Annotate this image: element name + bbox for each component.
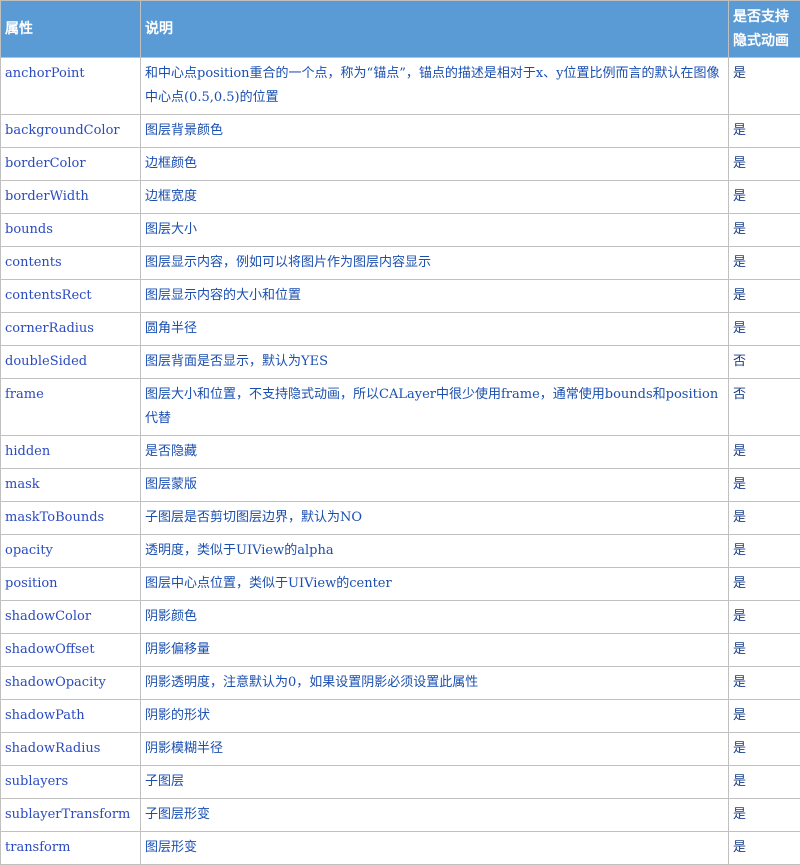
property-name: backgroundColor	[1, 115, 141, 148]
property-description: 阴影颜色	[141, 601, 729, 634]
implicit-animation-support: 是	[729, 502, 800, 535]
table-row: mask图层蒙版是	[1, 469, 800, 502]
table-row: borderWidth边框宽度是	[1, 181, 800, 214]
header-property: 属性	[1, 1, 141, 58]
table-row: shadowRadius阴影模糊半径是	[1, 733, 800, 766]
property-name: anchorPoint	[1, 58, 141, 115]
table-row: shadowPath阴影的形状是	[1, 700, 800, 733]
property-description: 边框颜色	[141, 148, 729, 181]
property-description: 边框宽度	[141, 181, 729, 214]
table-row: bounds图层大小是	[1, 214, 800, 247]
table-row: shadowColor阴影颜色是	[1, 601, 800, 634]
property-name: cornerRadius	[1, 313, 141, 346]
property-description: 子图层是否剪切图层边界，默认为NO	[141, 502, 729, 535]
property-description: 图层蒙版	[141, 469, 729, 502]
implicit-animation-support: 是	[729, 700, 800, 733]
property-name: position	[1, 568, 141, 601]
property-description: 阴影偏移量	[141, 634, 729, 667]
header-implicit-animation: 是否支持隐式动画	[729, 1, 800, 58]
table-row: frame图层大小和位置，不支持隐式动画，所以CALayer中很少使用frame…	[1, 379, 800, 436]
header-description: 说明	[141, 1, 729, 58]
implicit-animation-support: 否	[729, 379, 800, 436]
implicit-animation-support: 是	[729, 181, 800, 214]
table-row: sublayerTransform子图层形变是	[1, 799, 800, 832]
property-name: maskToBounds	[1, 502, 141, 535]
implicit-animation-support: 是	[729, 313, 800, 346]
table-row: cornerRadius圆角半径是	[1, 313, 800, 346]
table-row: shadowOffset阴影偏移量是	[1, 634, 800, 667]
property-name: doubleSided	[1, 346, 141, 379]
property-name: contentsRect	[1, 280, 141, 313]
property-description: 图层显示内容的大小和位置	[141, 280, 729, 313]
implicit-animation-support: 是	[729, 148, 800, 181]
property-description: 图层背面是否显示，默认为YES	[141, 346, 729, 379]
table-row: borderColor边框颜色是	[1, 148, 800, 181]
implicit-animation-support: 否	[729, 346, 800, 379]
property-name: contents	[1, 247, 141, 280]
implicit-animation-support: 是	[729, 436, 800, 469]
property-name: hidden	[1, 436, 141, 469]
property-name: borderWidth	[1, 181, 141, 214]
property-description: 是否隐藏	[141, 436, 729, 469]
property-description: 图层显示内容，例如可以将图片作为图层内容显示	[141, 247, 729, 280]
property-description: 透明度，类似于UIView的alpha	[141, 535, 729, 568]
property-description: 阴影透明度，注意默认为0，如果设置阴影必须设置此属性	[141, 667, 729, 700]
table-row: anchorPoint和中心点position重合的一个点，称为“锚点”，锚点的…	[1, 58, 800, 115]
implicit-animation-support: 是	[729, 634, 800, 667]
implicit-animation-support: 是	[729, 280, 800, 313]
table-row: doubleSided图层背面是否显示，默认为YES否	[1, 346, 800, 379]
implicit-animation-support: 是	[729, 469, 800, 502]
property-description: 图层形变	[141, 832, 729, 865]
property-description: 图层背景颜色	[141, 115, 729, 148]
implicit-animation-support: 是	[729, 799, 800, 832]
header-row: 属性 说明 是否支持隐式动画	[1, 1, 800, 58]
property-description: 子图层形变	[141, 799, 729, 832]
table-row: hidden是否隐藏是	[1, 436, 800, 469]
property-name: frame	[1, 379, 141, 436]
implicit-animation-support: 是	[729, 832, 800, 865]
table-row: position图层中心点位置，类似于UIView的center是	[1, 568, 800, 601]
property-name: transform	[1, 832, 141, 865]
property-description: 图层大小	[141, 214, 729, 247]
implicit-animation-support: 是	[729, 766, 800, 799]
property-description: 图层中心点位置，类似于UIView的center	[141, 568, 729, 601]
implicit-animation-support: 是	[729, 733, 800, 766]
property-name: shadowRadius	[1, 733, 141, 766]
table-row: opacity透明度，类似于UIView的alpha是	[1, 535, 800, 568]
implicit-animation-support: 是	[729, 601, 800, 634]
property-name: borderColor	[1, 148, 141, 181]
implicit-animation-support: 是	[729, 667, 800, 700]
table-row: shadowOpacity阴影透明度，注意默认为0，如果设置阴影必须设置此属性是	[1, 667, 800, 700]
implicit-animation-support: 是	[729, 115, 800, 148]
property-description: 子图层	[141, 766, 729, 799]
property-description: 图层大小和位置，不支持隐式动画，所以CALayer中很少使用frame，通常使用…	[141, 379, 729, 436]
property-name: opacity	[1, 535, 141, 568]
property-name: shadowColor	[1, 601, 141, 634]
property-name: mask	[1, 469, 141, 502]
property-name: bounds	[1, 214, 141, 247]
property-name: shadowOffset	[1, 634, 141, 667]
table-row: transform图层形变是	[1, 832, 800, 865]
property-name: sublayerTransform	[1, 799, 141, 832]
property-name: shadowOpacity	[1, 667, 141, 700]
implicit-animation-support: 是	[729, 58, 800, 115]
table-row: maskToBounds子图层是否剪切图层边界，默认为NO是	[1, 502, 800, 535]
implicit-animation-support: 是	[729, 214, 800, 247]
property-description: 圆角半径	[141, 313, 729, 346]
table-row: contents图层显示内容，例如可以将图片作为图层内容显示是	[1, 247, 800, 280]
property-name: shadowPath	[1, 700, 141, 733]
implicit-animation-support: 是	[729, 568, 800, 601]
table-row: contentsRect图层显示内容的大小和位置是	[1, 280, 800, 313]
implicit-animation-support: 是	[729, 247, 800, 280]
layer-properties-table: 属性 说明 是否支持隐式动画 anchorPoint和中心点position重合…	[0, 0, 800, 865]
property-description: 阴影模糊半径	[141, 733, 729, 766]
implicit-animation-support: 是	[729, 535, 800, 568]
property-description: 阴影的形状	[141, 700, 729, 733]
table-row: backgroundColor图层背景颜色是	[1, 115, 800, 148]
table-row: sublayers子图层是	[1, 766, 800, 799]
property-name: sublayers	[1, 766, 141, 799]
property-description: 和中心点position重合的一个点，称为“锚点”，锚点的描述是相对于x、y位置…	[141, 58, 729, 115]
